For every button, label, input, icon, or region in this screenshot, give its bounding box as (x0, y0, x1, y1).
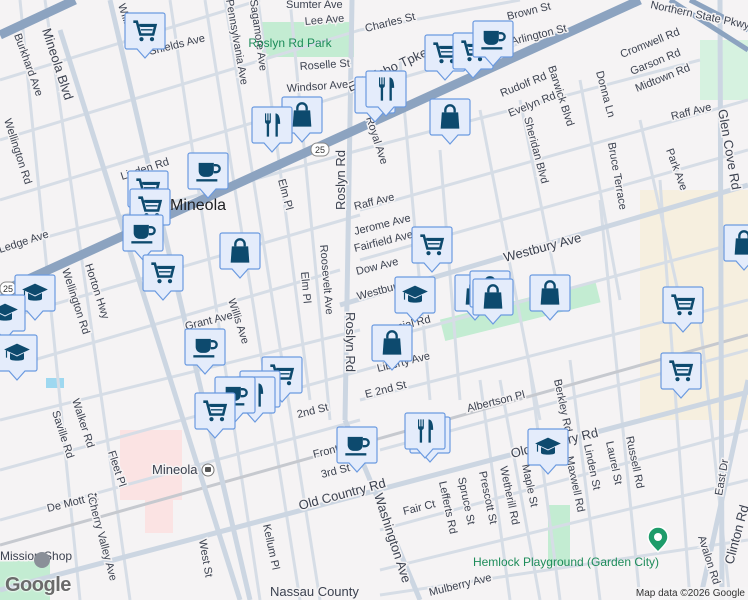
laurel-label: Laurel St (603, 440, 624, 486)
berkley-label: Berkley Rd (551, 378, 574, 433)
park-area-3 (700, 40, 748, 100)
lefferts-label: Lefferts Rd (436, 480, 459, 535)
roselle-label: Roselle St (299, 58, 350, 73)
school-poi-icon[interactable] (34, 552, 50, 568)
cherry-label: Cherry Valley Ave (85, 496, 119, 583)
spruce-label: Spruce St (455, 476, 477, 526)
water (46, 378, 64, 388)
route-25-label-2: 25 (3, 284, 13, 294)
school-marker[interactable] (527, 428, 569, 475)
charles-label: Charles St (364, 11, 417, 35)
pennsylvania-label: Pennsylvania Ave (223, 0, 250, 86)
shopping-marker[interactable] (219, 232, 261, 279)
clinton-label: Clinton Rd (721, 503, 748, 566)
albertson-label: Albertson Pl (466, 389, 526, 415)
raff-label: Raff Ave (670, 101, 713, 123)
cafe-marker[interactable] (184, 328, 226, 375)
wellington-label: Wellington Rd (1, 117, 34, 186)
walker-label: Walker Rd (69, 397, 96, 449)
school-marker[interactable] (0, 334, 38, 381)
hemlock-playground-label[interactable]: Hemlock Playground (Garden City) (473, 555, 659, 569)
e-2nd-st-label: E 2nd St (364, 379, 408, 401)
westbury-label: Westbury Ave (502, 230, 583, 265)
elm-label: Elm Pl (275, 178, 295, 212)
highway-ramp (0, 0, 77, 40)
sumter-label: Sumter Ave (286, 0, 343, 11)
saville-label: Saville Rd (49, 409, 76, 460)
roslyn-rd-park-label[interactable]: Roslyn Rd Park (248, 36, 332, 50)
donna-label: Donna Ln (593, 70, 617, 119)
google-logo: Google (5, 574, 71, 596)
map-canvas[interactable]: 25 25 E Jericho Tpke Old Country Rd Old … (0, 0, 748, 600)
kellum-label: Kellum Pl (260, 523, 281, 571)
park-ave-label: Park Ave (663, 147, 689, 192)
marker-pin (251, 106, 293, 153)
green-location-pin[interactable] (647, 526, 669, 554)
station-label: Mineola (152, 462, 198, 477)
mulberry-label: Mulberry Ave (428, 572, 493, 599)
3rd-label: 3rd St (320, 462, 351, 481)
elm-label-2: Elm Pl (298, 271, 313, 304)
restaurant-marker[interactable] (251, 106, 293, 153)
roslyn-label-2: Roslyn Rd (343, 312, 358, 372)
windsor-label: Windsor Ave (286, 79, 348, 95)
brown-label: Brown St (506, 0, 552, 22)
raff-label-2: Raff Ave (353, 191, 396, 213)
ledge-label: Ledge Ave (0, 228, 50, 255)
2nd-st-label: 2nd St (296, 402, 330, 421)
route-25-label: 25 (315, 145, 325, 155)
nassau-county-label[interactable]: Nassau County (269, 583, 361, 600)
avalon-label: Avalon Rd (695, 534, 722, 586)
grocery-marker[interactable] (194, 392, 236, 439)
train-icon-body (205, 467, 211, 472)
west-st-label: West St (196, 538, 214, 578)
bruce-label: Bruce Terrace (605, 141, 629, 210)
mineola-place-label: Mineola (170, 197, 226, 214)
royal-label: Royal Ave (363, 115, 390, 166)
shopping-marker[interactable] (429, 98, 471, 145)
map-attribution[interactable]: Map data ©2026 Google (632, 587, 748, 600)
roslyn-label: Roslyn Rd (333, 150, 348, 210)
school-marker[interactable] (0, 294, 26, 341)
